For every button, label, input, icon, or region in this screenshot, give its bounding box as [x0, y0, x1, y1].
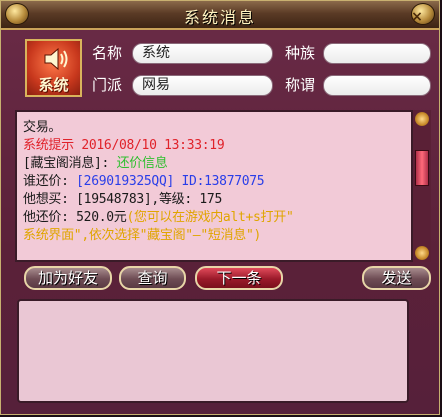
message-line: 他还价: 520.0元(您可以在游戏内alt+s打开" [23, 206, 294, 225]
send-button[interactable]: 发送 [362, 266, 431, 290]
race-label: 种族 [285, 44, 316, 62]
message-line: 系统提示 2016/08/10 13:33:19 [23, 134, 225, 153]
bargain-tag: 还价信息 [116, 156, 168, 171]
title-field [323, 75, 431, 96]
reply-input[interactable] [17, 299, 409, 403]
offer-label: 他还价: 520.0元 [23, 210, 127, 225]
faction-field: 网易 [132, 75, 273, 96]
add-friend-button[interactable]: 加为好友 [24, 266, 112, 290]
message-line: 谁还价: [269019325QQ] ID:13877075 [23, 170, 265, 189]
scroll-down-icon[interactable] [415, 246, 429, 260]
query-button[interactable]: 查询 [119, 266, 186, 290]
bidder-link[interactable]: [269019325QQ] ID:13877075 [76, 174, 264, 189]
sender-avatar: 系统 [25, 39, 82, 97]
name-field: 系统 [132, 43, 273, 64]
scroll-up-icon[interactable] [415, 112, 429, 126]
system-message-window: 系统消息 × 系统 名称 系统 种族 门派 网易 称谓 交易。 系统提示 201… [0, 0, 440, 415]
tip-text: (您可以在游戏内alt+s打开" [126, 210, 294, 225]
cbg-label: [藏宝阁消息]: [23, 156, 117, 171]
name-label: 名称 [92, 44, 123, 62]
message-line: 系统界面",依次选择"藏宝阁"—"短消息") [23, 228, 262, 243]
scroll-thumb[interactable] [415, 150, 429, 186]
message-line: 交易。 [23, 120, 62, 135]
speaker-icon [44, 47, 68, 71]
window-title: 系统消息 [183, 8, 256, 27]
race-field [323, 43, 431, 64]
bidder-label: 谁还价: [23, 174, 77, 189]
close-button[interactable]: × [411, 3, 435, 25]
title-bar[interactable]: 系统消息 × [1, 1, 439, 30]
message-line: 他想买: [19548783],等级: 175 [23, 192, 222, 207]
message-line: [藏宝阁消息]: 还价信息 [23, 152, 168, 171]
faction-label: 门派 [92, 76, 123, 94]
message-scrollbar[interactable] [413, 110, 431, 262]
system-tag: 系统提示 [23, 138, 74, 153]
message-display[interactable]: 交易。 系统提示 2016/08/10 13:33:19 [藏宝阁消息]: 还价… [15, 110, 413, 262]
title-label: 称谓 [285, 76, 316, 94]
close-icon: × [411, 9, 423, 25]
avatar-label: 系统 [38, 76, 69, 94]
next-button[interactable]: 下一条 [195, 266, 283, 290]
timestamp: 2016/08/10 13:33:19 [73, 138, 225, 153]
